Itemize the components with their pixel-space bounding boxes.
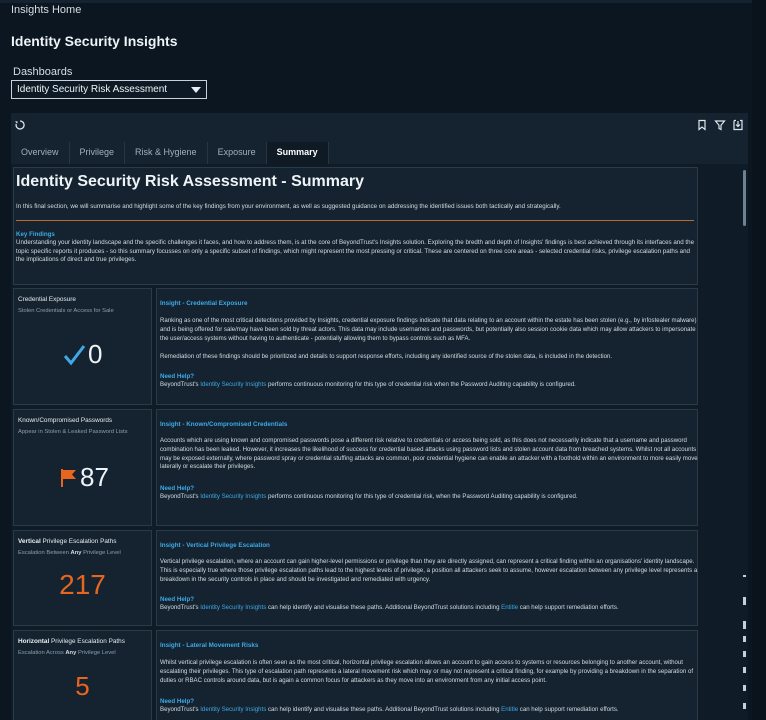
metric-value: 217 (59, 569, 106, 600)
dashboard-select[interactable]: Identity Security Risk Assessment (11, 80, 207, 99)
key-findings-text: Understanding your identity landscape an… (16, 239, 695, 264)
metric-subtitle: Appear in Stolen & Leaked Password Lists (18, 429, 128, 435)
insight-credential-exposure-card: Insight - Credential Exposure Ranking as… (156, 288, 698, 405)
flag-icon (61, 469, 76, 487)
top-border (0, 0, 766, 3)
insight-text: Vertical privilege escalation, where an … (160, 558, 698, 583)
need-help-heading: Need Help? (160, 485, 195, 492)
entitle-link[interactable]: Entitle (501, 604, 518, 611)
divider (16, 220, 694, 221)
insight-text: Whilst vertical privilege escalation is … (160, 659, 694, 684)
metric-subtitle: Escalation Across Any Privilege Level (18, 650, 116, 656)
insight-compromised-credentials-card: Insight - Known/Compromised Credentials … (156, 409, 698, 526)
insight-remediation-text: Remediation of these findings should be … (160, 353, 613, 360)
help-text: BeyondTrust's Identity Security Insights… (160, 706, 619, 713)
tab-overview[interactable]: Overview (11, 142, 70, 164)
metric-title: Known/Compromised Passwords (18, 417, 113, 424)
summary-content[interactable]: Identity Security Risk Assessment - Summ… (11, 164, 748, 720)
check-icon (63, 345, 86, 366)
metric-value-group: 0 (62, 339, 112, 373)
insight-title: Insight - Credential Exposure (160, 300, 248, 307)
tab-summary[interactable]: Summary (266, 142, 329, 164)
tab-exposure[interactable]: Exposure (208, 142, 267, 164)
metric-value: 0 (88, 339, 103, 369)
metric-subtitle: Stolen Credentials or Access for Sale (18, 308, 114, 314)
refresh-icon[interactable] (14, 119, 26, 131)
dashboard-select-value: Identity Security Risk Assessment (17, 84, 168, 95)
help-text: BeyondTrust's Identity Security Insights… (160, 604, 619, 611)
content-scrollbar[interactable] (743, 170, 746, 226)
metric-value-group: 87 (60, 462, 120, 496)
metric-title: Vertical Privilege Escalation Paths (18, 538, 117, 545)
intro-card: Identity Security Risk Assessment - Summ… (13, 167, 698, 285)
horizontal-escalation-card: Horizontal Privilege Escalation Paths Es… (13, 630, 152, 720)
need-help-heading: Need Help? (160, 698, 195, 705)
compromised-passwords-card: Known/Compromised Passwords Appear in St… (13, 409, 152, 526)
tab-privilege[interactable]: Privilege (70, 142, 126, 164)
need-help-heading: Need Help? (160, 596, 195, 603)
credential-exposure-card: Credential Exposure Stolen Credentials o… (13, 288, 152, 405)
download-icon[interactable] (732, 119, 744, 131)
tab-bar: Overview Privilege Risk & Hygiene Exposu… (11, 142, 329, 164)
breadcrumb[interactable]: Insights Home (11, 4, 81, 16)
window-scrollbar-area (752, 0, 766, 720)
metric-title: Horizontal Privilege Escalation Paths (18, 638, 125, 645)
metric-subtitle: Escalation Between Any Privilege Level (18, 550, 121, 556)
metric-value: 87 (80, 462, 109, 492)
insight-text: Accounts which are using known and compr… (160, 437, 698, 471)
identity-security-insights-link[interactable]: Identity Security Insights (200, 381, 266, 388)
filter-icon[interactable] (714, 119, 726, 131)
insight-lateral-movement-card: Insight - Lateral Movement Risks Whilst … (156, 630, 698, 720)
vertical-escalation-card: Vertical Privilege Escalation Paths Esca… (13, 530, 152, 626)
entitle-link[interactable]: Entitle (501, 706, 518, 713)
insight-title: Insight - Vertical Privilege Escalation (160, 542, 270, 549)
bookmark-icon[interactable] (696, 119, 708, 131)
need-help-heading: Need Help? (160, 373, 195, 380)
identity-security-insights-link[interactable]: Identity Security Insights (200, 493, 266, 500)
insight-title: Insight - Lateral Movement Risks (160, 642, 259, 649)
key-findings-title: Key Findings (16, 231, 55, 238)
summary-title: Identity Security Risk Assessment - Summ… (16, 173, 364, 190)
dashboards-label: Dashboards (13, 66, 73, 78)
identity-security-insights-link[interactable]: Identity Security Insights (200, 604, 266, 611)
metric-value: 5 (75, 671, 90, 701)
insight-vertical-escalation-card: Insight - Vertical Privilege Escalation … (156, 530, 698, 626)
tab-risk-hygiene[interactable]: Risk & Hygiene (125, 142, 208, 164)
help-text: BeyondTrust's Identity Security Insights… (160, 381, 576, 388)
chevron-down-icon[interactable] (191, 87, 201, 93)
help-text: BeyondTrust's Identity Security Insights… (160, 493, 578, 500)
page-title: Identity Security Insights (11, 33, 178, 49)
insight-title: Insight - Known/Compromised Credentials (160, 421, 288, 428)
identity-security-insights-link[interactable]: Identity Security Insights (200, 706, 266, 713)
insight-text: Ranking as one of the most critical dete… (160, 317, 697, 342)
metric-title: Credential Exposure (18, 296, 76, 303)
intro-text: In this final section, we will summarise… (16, 203, 561, 210)
